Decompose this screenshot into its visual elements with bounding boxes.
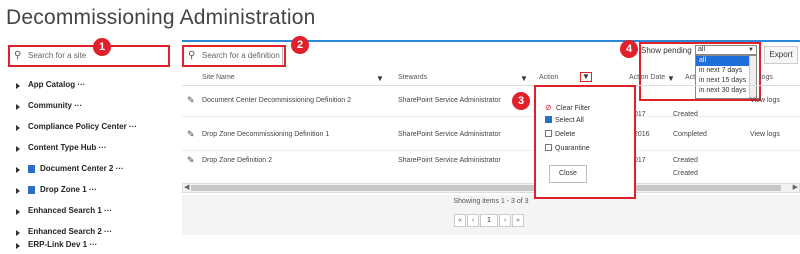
callout-badge-1: 1 <box>93 38 111 56</box>
close-button[interactable]: Close <box>549 165 587 183</box>
horizontal-scrollbar[interactable]: ◀ ▶ <box>182 183 800 193</box>
callout-badge-2: 2 <box>291 36 309 54</box>
show-pending-label: Show pending <box>641 46 692 55</box>
current-page-button[interactable]: 1 <box>480 214 498 227</box>
table-row[interactable]: ✎ Drop Zone Decommissioning Definition 1… <box>182 121 800 151</box>
document-icon <box>28 165 35 173</box>
filter-option-delete[interactable]: Delete <box>545 130 575 138</box>
filter-option-label: Delete <box>555 131 576 138</box>
grid-footer: Showing items 1 - 3 of 3 « ‹ 1 › » <box>182 195 800 235</box>
tree-item-label: App Catalog ··· <box>28 80 86 89</box>
tree-item-label: ERP-Link Dev 1 ··· <box>28 240 98 249</box>
delete-checkbox[interactable] <box>545 130 552 137</box>
search-icon: ⚲ <box>14 50 22 61</box>
status-cell: Created <box>673 111 698 118</box>
tree-item-label: Document Center 2 ··· <box>40 164 124 173</box>
next-page-button[interactable]: › <box>499 214 511 227</box>
tree-item-label: Compliance Policy Center ··· <box>28 122 137 131</box>
prev-page-button[interactable]: ‹ <box>467 214 479 227</box>
clear-filter-label: Clear Filter <box>555 105 591 112</box>
tree-item-label: Enhanced Search 1 ··· <box>28 206 113 215</box>
status-cell: Completed <box>673 131 707 138</box>
column-header-action[interactable]: Action <box>539 74 558 81</box>
tree-item-label: Community ··· <box>28 101 83 110</box>
definition-search-placeholder: Search for a definition <box>202 51 280 60</box>
export-button[interactable]: Export <box>764 46 798 64</box>
edit-pencil-icon[interactable]: ✎ <box>187 95 195 106</box>
action-filter-popup: ⊘ Clear Filter Select All Delete Quarant… <box>534 85 636 199</box>
clear-filter-option[interactable]: ⊘ Clear Filter <box>545 103 590 112</box>
expand-arrow-icon[interactable] <box>16 104 20 110</box>
select-all-option[interactable]: Select All <box>545 116 584 124</box>
site-name-cell: Document Center Decommissioning Definiti… <box>202 97 352 104</box>
column-header-action-date[interactable]: Action Date <box>629 74 665 81</box>
tree-item-label: Enhanced Search 2 ··· <box>28 227 113 236</box>
select-all-checkbox[interactable] <box>545 116 552 123</box>
steward-cell: SharePoint Service Administrator <box>398 131 501 138</box>
expand-arrow-icon[interactable] <box>16 230 20 236</box>
expand-arrow-icon[interactable] <box>16 83 20 89</box>
select-all-label: Select All <box>555 117 584 124</box>
table-row[interactable]: Created <box>182 167 800 181</box>
filter-option-label: Quarantine <box>555 145 590 152</box>
tree-item-label: Content Type Hub ··· <box>28 143 107 152</box>
show-pending-selected: all <box>698 46 706 53</box>
scroll-right-icon[interactable]: ▶ <box>793 184 798 192</box>
showing-items-text: Showing items 1 - 3 of 3 <box>453 198 529 205</box>
column-header-stewards[interactable]: Stewards <box>398 74 427 81</box>
tree-item-label: Drop Zone 1 ··· <box>40 185 97 194</box>
callout-badge-4: 4 <box>620 40 638 58</box>
action-date-cell: 2016 <box>634 131 650 138</box>
search-icon: ⚲ <box>188 50 196 61</box>
steward-cell: SharePoint Service Administrator <box>398 97 501 104</box>
expand-arrow-icon[interactable] <box>16 209 20 215</box>
grid-header: Site Name ▼ Stewards ▼ Action ▼ Action D… <box>182 69 800 86</box>
column-header-site-name[interactable]: Site Name <box>202 74 235 81</box>
quarantine-checkbox[interactable] <box>545 144 552 151</box>
site-name-cell: Drop Zone Decommissioning Definition 1 <box>202 131 330 138</box>
filter-icon[interactable]: ▼ <box>667 74 675 83</box>
expand-arrow-icon[interactable] <box>16 243 20 249</box>
table-row[interactable]: ✎ Drop Zone Definition 2 SharePoint Serv… <box>182 151 800 167</box>
expand-arrow-icon[interactable] <box>16 167 20 173</box>
column-header-logs[interactable]: logs <box>760 74 773 81</box>
edit-pencil-icon[interactable]: ✎ <box>187 155 195 166</box>
action-filter-icon[interactable]: ▼ <box>580 72 592 82</box>
show-pending-select[interactable]: all ▼ <box>695 45 757 55</box>
last-page-button[interactable]: » <box>512 214 524 227</box>
filter-icon[interactable]: ▼ <box>520 74 528 83</box>
filter-icon[interactable]: ▼ <box>376 74 384 83</box>
dropdown-option[interactable]: all <box>696 56 756 66</box>
view-logs-link[interactable]: View logs <box>750 131 780 138</box>
scroll-left-icon[interactable]: ◀ <box>184 184 189 192</box>
panel-top-border <box>182 40 800 42</box>
definitions-grid: Site Name ▼ Stewards ▼ Action ▼ Action D… <box>182 69 800 201</box>
expand-arrow-icon[interactable] <box>16 188 20 194</box>
definition-search-input[interactable]: ⚲ Search for a definition <box>183 46 283 66</box>
expand-arrow-icon[interactable] <box>16 125 20 131</box>
filter-option-quarantine[interactable]: Quarantine <box>545 144 590 152</box>
document-icon <box>28 186 35 194</box>
chevron-down-icon: ▼ <box>748 47 754 53</box>
table-row[interactable]: ✎ Document Center Decommissioning Defini… <box>182 87 800 118</box>
site-search-input[interactable]: ⚲ Search for a site <box>9 46 169 66</box>
clear-filter-icon: ⊘ <box>545 103 552 112</box>
steward-cell: SharePoint Service Administrator <box>398 157 501 164</box>
site-search-placeholder: Search for a site <box>28 51 87 60</box>
page-title: Decommissioning Administration <box>6 6 316 29</box>
column-header-action-status[interactable]: Act <box>685 74 695 81</box>
expand-arrow-icon[interactable] <box>16 146 20 152</box>
scrollbar-thumb[interactable] <box>191 185 781 191</box>
callout-badge-3: 3 <box>512 92 530 110</box>
first-page-button[interactable]: « <box>454 214 466 227</box>
status-cell: Created <box>673 170 698 177</box>
site-name-cell: Drop Zone Definition 2 <box>202 157 273 164</box>
edit-pencil-icon[interactable]: ✎ <box>187 129 195 140</box>
status-cell: Created <box>673 157 698 164</box>
view-logs-link[interactable]: View logs <box>750 97 780 104</box>
